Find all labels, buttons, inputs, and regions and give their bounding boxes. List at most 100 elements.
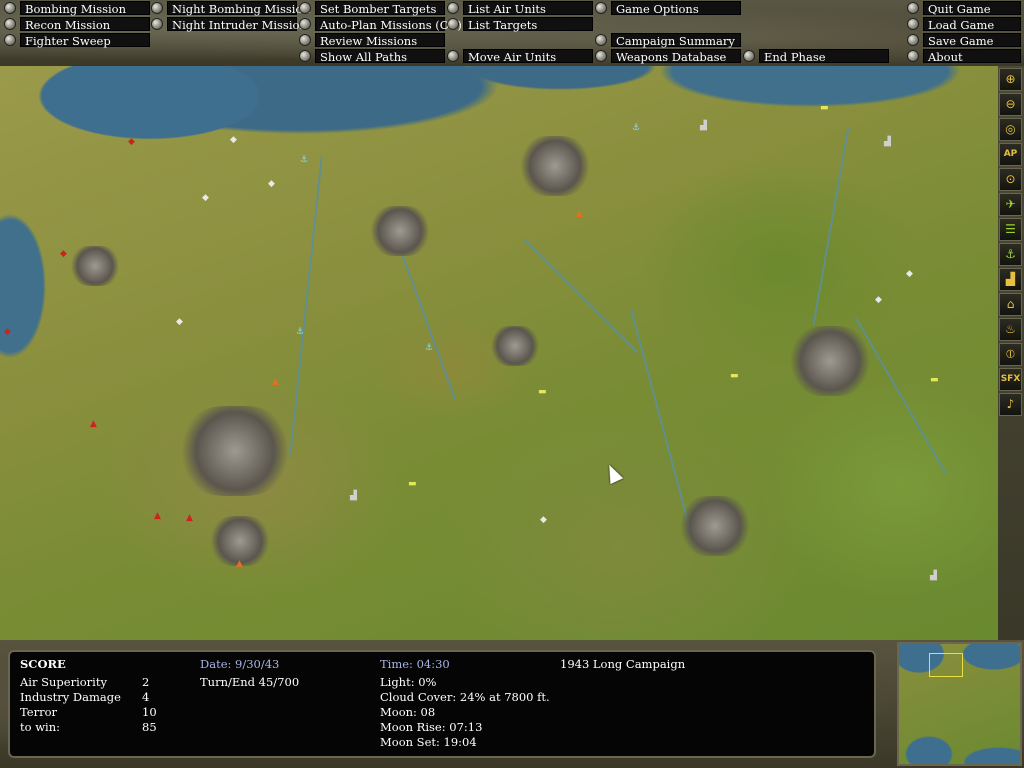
- factory-marker[interactable]: ▟: [930, 572, 937, 581]
- radio-knob-icon: [299, 2, 311, 14]
- enemy-unit-marker[interactable]: ▲: [186, 514, 193, 523]
- center-target-icon[interactable]: ◎: [999, 118, 1022, 141]
- review-missions-label: Review Missions: [315, 33, 445, 48]
- port-anchor-marker[interactable]: ⚓: [425, 344, 433, 353]
- moon-text: Moon: 08: [380, 705, 436, 719]
- auto-plan-missions-label: Auto-Plan Missions (Off): [315, 17, 462, 32]
- city-cluster[interactable]: [370, 206, 430, 256]
- move-air-units-label: Move Air Units: [463, 49, 593, 64]
- night-bombing-mission-button[interactable]: Night Bombing Mission: [151, 1, 310, 16]
- friendly-unit-marker[interactable]: ▬: [538, 388, 547, 397]
- airfield-icon[interactable]: ✈: [999, 193, 1022, 216]
- terror-label: Terror: [20, 705, 57, 719]
- city-cluster[interactable]: [520, 136, 590, 196]
- fighter-sweep-button[interactable]: Fighter Sweep: [4, 33, 150, 48]
- enemy-unit-marker[interactable]: ◆: [60, 250, 67, 259]
- target-marker[interactable]: ▲: [576, 210, 583, 219]
- move-air-units-button[interactable]: Move Air Units: [447, 49, 593, 64]
- radio-knob-icon: [4, 18, 16, 30]
- enemy-unit-marker[interactable]: ◆: [128, 138, 135, 147]
- city-cluster[interactable]: [180, 406, 290, 496]
- airbase-marker[interactable]: ◆: [176, 318, 183, 327]
- airbase-marker[interactable]: ◆: [906, 270, 913, 279]
- list-targets-button[interactable]: List Targets: [447, 17, 593, 32]
- river: [289, 156, 323, 456]
- industry-damage-label: Industry Damage: [20, 690, 121, 704]
- show-all-paths-label: Show All Paths: [315, 49, 445, 64]
- compass-icon[interactable]: ⦶: [999, 343, 1022, 366]
- zoom-out-icon[interactable]: ⊖: [999, 93, 1022, 116]
- oil-icon[interactable]: ♨: [999, 318, 1022, 341]
- list-air-units-label: List Air Units: [463, 1, 593, 16]
- friendly-unit-marker[interactable]: ▬: [930, 376, 939, 385]
- weapons-database-label: Weapons Database: [611, 49, 741, 64]
- load-game-button[interactable]: Load Game: [907, 17, 1021, 32]
- radio-knob-icon: [299, 50, 311, 62]
- anchor-icon[interactable]: ⚓: [999, 243, 1022, 266]
- game-options-button[interactable]: Game Options: [595, 1, 741, 16]
- airbase-marker[interactable]: ◆: [540, 516, 547, 525]
- airbase-marker[interactable]: ◆: [268, 180, 275, 189]
- air-superiority-value: 2: [142, 675, 150, 689]
- railway-icon[interactable]: ☰: [999, 218, 1022, 241]
- friendly-unit-marker[interactable]: ▬: [820, 104, 829, 113]
- radio-knob-icon: [595, 50, 607, 62]
- factory-marker[interactable]: ▟: [350, 492, 357, 501]
- radio-knob-icon: [447, 2, 459, 14]
- minimap-viewport[interactable]: [929, 653, 963, 677]
- music-note-icon[interactable]: ♪: [999, 393, 1022, 416]
- building-icon[interactable]: ⌂: [999, 293, 1022, 316]
- city-cluster[interactable]: [790, 326, 870, 396]
- ap-icon[interactable]: AP: [999, 143, 1022, 166]
- set-bomber-targets-button[interactable]: Set Bomber Targets: [299, 1, 445, 16]
- show-all-paths-button[interactable]: Show All Paths: [299, 49, 445, 64]
- minimap[interactable]: [897, 642, 1022, 766]
- waypoint-target-icon[interactable]: ⊙: [999, 168, 1022, 191]
- friendly-unit-marker[interactable]: ▬: [730, 372, 739, 381]
- city-cluster[interactable]: [490, 326, 540, 366]
- factory-icon[interactable]: ▟: [999, 268, 1022, 291]
- radio-knob-icon: [447, 18, 459, 30]
- campaign-map[interactable]: ◆ ◆ ◆ ◆ ◆ ◆ ◆ ⚓ ⚓ ⚓ ⚓ ◆ ◆ ◆ ▲ ▲ ▲ ▬ ▬ ▬ …: [0, 66, 998, 640]
- campaign-summary-button[interactable]: Campaign Summary: [595, 33, 741, 48]
- end-phase-button[interactable]: End Phase: [743, 49, 889, 64]
- auto-plan-missions-button[interactable]: Auto-Plan Missions (Off): [299, 17, 462, 32]
- campaign-name: 1943 Long Campaign: [560, 657, 686, 671]
- enemy-unit-marker[interactable]: ◆: [4, 328, 11, 337]
- night-intruder-mission-label: Night Intruder Mission: [167, 17, 307, 32]
- weapons-database-button[interactable]: Weapons Database: [595, 49, 741, 64]
- city-cluster[interactable]: [70, 246, 120, 286]
- save-game-button[interactable]: Save Game: [907, 33, 1021, 48]
- port-anchor-marker[interactable]: ⚓: [300, 156, 308, 165]
- air-superiority-label: Air Superiority: [20, 675, 107, 689]
- airbase-marker[interactable]: ◆: [202, 194, 209, 203]
- recon-mission-button[interactable]: Recon Mission: [4, 17, 150, 32]
- sfx-icon[interactable]: SFX: [999, 368, 1022, 391]
- review-missions-button[interactable]: Review Missions: [299, 33, 445, 48]
- friendly-unit-marker[interactable]: ▬: [408, 480, 417, 489]
- factory-marker[interactable]: ▟: [700, 122, 707, 131]
- airbase-marker[interactable]: ◆: [230, 136, 237, 145]
- about-button[interactable]: About: [907, 49, 1021, 64]
- city-cluster[interactable]: [680, 496, 750, 556]
- radio-knob-icon: [907, 34, 919, 46]
- factory-marker[interactable]: ▟: [884, 138, 891, 147]
- airbase-marker[interactable]: ◆: [875, 296, 882, 305]
- radio-knob-icon: [4, 34, 16, 46]
- list-air-units-button[interactable]: List Air Units: [447, 1, 593, 16]
- target-marker[interactable]: ▲: [236, 560, 243, 569]
- enemy-unit-marker[interactable]: ▲: [154, 512, 161, 521]
- port-anchor-marker[interactable]: ⚓: [296, 328, 304, 337]
- menu-bar: Bombing Mission Recon Mission Fighter Sw…: [0, 0, 1024, 68]
- bombing-mission-button[interactable]: Bombing Mission: [4, 1, 150, 16]
- night-intruder-mission-button[interactable]: Night Intruder Mission: [151, 17, 307, 32]
- target-marker[interactable]: ▲: [272, 378, 279, 387]
- quit-game-button[interactable]: Quit Game: [907, 1, 1021, 16]
- campaign-summary-label: Campaign Summary: [611, 33, 741, 48]
- enemy-unit-marker[interactable]: ▲: [90, 420, 97, 429]
- to-win-label: to win:: [20, 720, 61, 734]
- port-anchor-marker[interactable]: ⚓: [632, 124, 640, 133]
- zoom-in-icon[interactable]: ⊕: [999, 68, 1022, 91]
- moon-rise-text: Moon Rise: 07:13: [380, 720, 483, 734]
- river: [630, 309, 692, 533]
